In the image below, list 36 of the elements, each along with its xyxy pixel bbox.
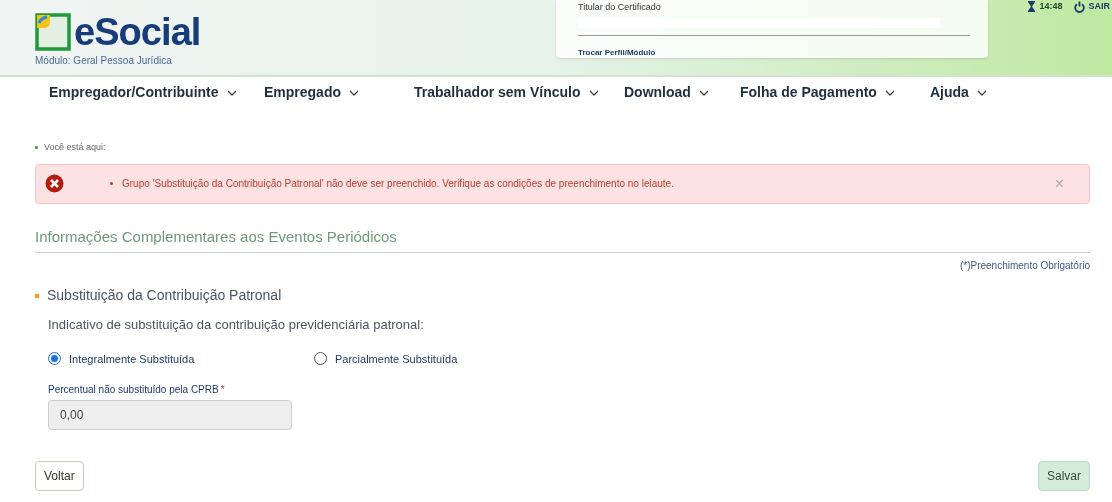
chevron-down-icon [588,89,599,96]
question-label: Indicativo de substituição da contribuição previdenciária patronal: [48,316,425,334]
back-button[interactable]: Voltar [35,461,84,491]
nav-menu-item[interactable]: Empregador/Contribuinte [49,82,237,103]
error-message: Grupo 'Substituição da Contribuição Patronal' não deve ser preenchido. Verifique as condições de preenchimento no leiaute. [122,177,675,191]
chevron-down-icon [884,89,895,96]
module-label: Módulo: Geral Pessoa Jurídica [35,54,173,68]
radio-option[interactable]: Parcialmente Substituída [314,350,458,367]
bullet-icon [35,293,39,298]
save-button[interactable]: Salvar [1038,461,1090,491]
section-title: Substituição da Contribuição Patronal [47,286,282,305]
switch-profile-link[interactable]: Trocar Perfil/Módulo [578,47,656,57]
certificate-label: Titular do Certificado [578,1,662,14]
chevron-down-icon [976,89,987,96]
nav-menu-item[interactable]: Trabalhador sem Vínculo [414,82,599,103]
logo-text: eSocial [74,13,201,51]
power-icon [1074,0,1086,13]
chevron-down-icon [226,89,237,96]
bullet-icon [35,146,38,150]
logo-icon [35,13,71,51]
nav-menu-item[interactable]: Ajuda [930,82,987,103]
nav-menu-item[interactable]: Empregado [264,82,359,103]
nav-menu-item[interactable]: Folha de Pagamento [740,82,895,103]
required-note: (*)Preenchimento Obrigatório [959,259,1090,273]
chevron-down-icon [698,89,709,96]
session-time: 14:48 [1039,0,1063,13]
page-title: Informações Complementares aos Eventos Periódicos [35,225,1090,253]
nav-menu-item[interactable]: Download [624,82,709,103]
error-icon [45,174,64,193]
field-label: Percentual não substituído pela CPRB [48,383,219,397]
hourglass-icon [1028,1,1036,13]
radio-option[interactable]: Integralmente Substituída [48,350,314,367]
chevron-down-icon [349,89,359,96]
required-asterisk: * [220,383,225,397]
breadcrumb-label: Você está aqui: [44,141,106,154]
logout-link[interactable]: SAIR [1074,0,1110,14]
